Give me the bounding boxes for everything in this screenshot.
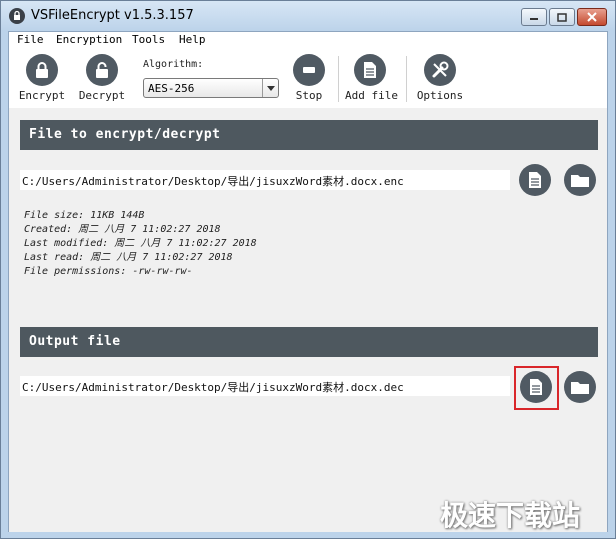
encrypt-label: Encrypt (18, 89, 66, 102)
options-button[interactable]: Options (415, 54, 465, 102)
last-read-text: Last read: 周二 八月 7 11:02:27 2018 (24, 252, 233, 263)
output-section-header: Output file (20, 327, 598, 357)
decrypt-button[interactable]: Decrypt (77, 54, 127, 102)
input-select-folder-button[interactable] (564, 164, 596, 196)
toolbar: Encrypt Decrypt Algorithm: AES-256 Stop (9, 50, 607, 108)
minimize-button[interactable] (521, 8, 547, 26)
maximize-button[interactable] (549, 8, 575, 26)
menu-file[interactable]: File (17, 33, 44, 46)
minimize-icon (522, 9, 546, 25)
menu-bar: File Encryption Tools Help (9, 32, 607, 49)
created-text: Created: 周二 八月 7 11:02:27 2018 (24, 224, 221, 235)
file-size-text: File size: 11KB 144B (24, 210, 145, 221)
document-icon (530, 379, 542, 395)
window-title: VSFileEncrypt v1.5.3.157 (31, 8, 194, 23)
maximize-icon (550, 9, 574, 25)
watermark-text: 极速下载站 (440, 499, 581, 532)
stop-button[interactable]: Stop (284, 54, 334, 102)
input-path-field[interactable]: C:/Users/Administrator/Desktop/导出/jisuxz… (20, 170, 510, 190)
stop-label: Stop (295, 89, 323, 102)
close-icon (578, 9, 606, 25)
main-content: File to encrypt/decrypt C:/Users/Adminis… (9, 108, 607, 532)
client-area: File Encryption Tools Help Encrypt Decry… (8, 31, 608, 532)
algorithm-label: Algorithm: (143, 59, 204, 70)
output-select-file-button[interactable] (520, 371, 552, 403)
toolbar-separator (338, 56, 339, 102)
file-permissions-text: File permissions: -rw-rw-rw- (24, 266, 193, 277)
lock-closed-icon (26, 54, 58, 86)
chevron-down-icon[interactable] (262, 79, 278, 97)
output-select-folder-button[interactable] (564, 371, 596, 403)
document-icon (529, 172, 541, 188)
document-add-icon (354, 54, 386, 86)
input-section-header: File to encrypt/decrypt (20, 120, 598, 150)
folder-icon (571, 382, 589, 394)
output-path-field[interactable]: C:/Users/Administrator/Desktop/导出/jisuxz… (20, 376, 510, 396)
options-label: Options (416, 89, 464, 102)
lock-app-icon (9, 8, 25, 24)
decrypt-label: Decrypt (78, 89, 126, 102)
close-button[interactable] (577, 8, 607, 26)
menu-encryption[interactable]: Encryption (56, 33, 122, 46)
lock-open-icon (86, 54, 118, 86)
add-file-label: Add file (345, 89, 398, 102)
add-file-button[interactable]: Add file (345, 54, 398, 102)
algorithm-value: AES-256 (148, 82, 195, 95)
menu-help[interactable]: Help (179, 33, 206, 46)
encrypt-button[interactable]: Encrypt (17, 54, 67, 102)
folder-icon (571, 175, 589, 187)
input-select-file-button[interactable] (519, 164, 551, 196)
app-window: VSFileEncrypt v1.5.3.157 File Encryption… (0, 0, 616, 539)
title-bar[interactable]: VSFileEncrypt v1.5.3.157 (1, 1, 615, 31)
tools-icon (424, 54, 456, 86)
stop-icon (293, 54, 325, 86)
last-modified-text: Last modified: 周二 八月 7 11:02:27 2018 (24, 238, 257, 249)
algorithm-select[interactable]: AES-256 (143, 78, 279, 98)
menu-tools[interactable]: Tools (132, 33, 165, 46)
toolbar-separator (406, 56, 407, 102)
